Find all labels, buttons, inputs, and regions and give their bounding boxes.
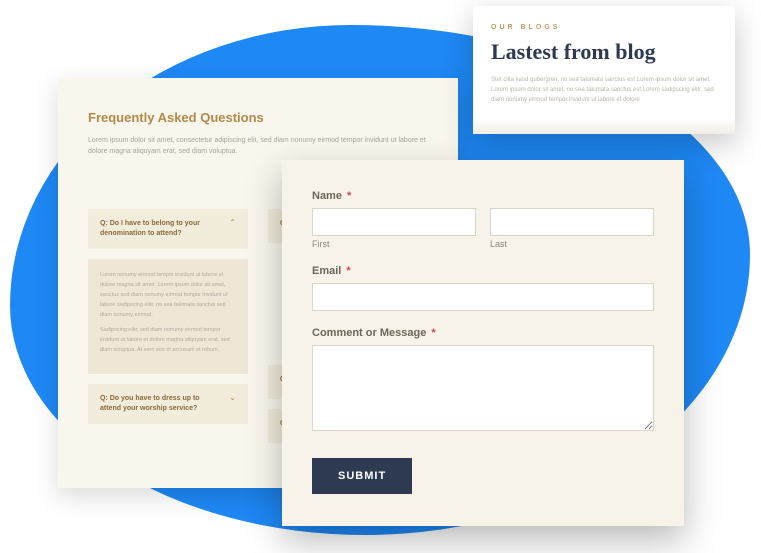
name-label: Name * [312, 190, 654, 202]
blog-description: Stet clita kasd gubergren, no sea takima… [491, 75, 717, 106]
faq-description: Lorem ipsum dolor sit amet, consectetur … [88, 135, 428, 157]
faq-heading: Frequently Asked Questions [88, 110, 428, 125]
faq-question-label: Q: Do you have to dress up to attend you… [100, 394, 221, 414]
faq-item-dress[interactable]: Q: Do you have to dress up to attend you… [88, 384, 248, 424]
chevron-down-icon: ⌄ [229, 394, 236, 402]
required-mark: * [431, 327, 435, 339]
email-label-text: Email [312, 265, 341, 277]
required-mark: * [346, 265, 350, 277]
blog-heading: Lastest from blog [491, 39, 717, 65]
faq-item-denomination[interactable]: Q: Do I have to belong to your denominat… [88, 209, 248, 249]
chevron-up-icon: ⌃ [229, 219, 236, 227]
last-sublabel: Last [490, 239, 654, 249]
last-name-input[interactable] [490, 208, 654, 236]
message-textarea[interactable] [312, 345, 654, 431]
fade-overlay [473, 120, 735, 134]
name-label-text: Name [312, 190, 342, 202]
required-mark: * [347, 190, 351, 202]
first-sublabel: First [312, 239, 476, 249]
faq-answer-body: Lorem nonumy eirmod tempor invidunt ut l… [88, 259, 248, 374]
email-label: Email * [312, 265, 654, 277]
faq-question-label: Q: Do I have to belong to your denominat… [100, 219, 221, 239]
submit-button[interactable]: SUBMIT [312, 458, 412, 494]
message-label-text: Comment or Message [312, 327, 426, 339]
email-input[interactable] [312, 283, 654, 311]
blog-eyebrow: OUR BLOGS [491, 24, 717, 31]
message-label: Comment or Message * [312, 327, 654, 339]
faq-answer-p2: Sadipscing elitr, sed diam nonumy eirmod… [100, 326, 236, 356]
faq-answer-p1: Lorem nonumy eirmod tempor invidunt ut l… [100, 271, 236, 320]
blog-panel: OUR BLOGS Lastest from blog Stet clita k… [473, 6, 735, 134]
contact-form-panel: Name * First Last Email * Comment or Mes… [282, 160, 684, 526]
first-name-input[interactable] [312, 208, 476, 236]
